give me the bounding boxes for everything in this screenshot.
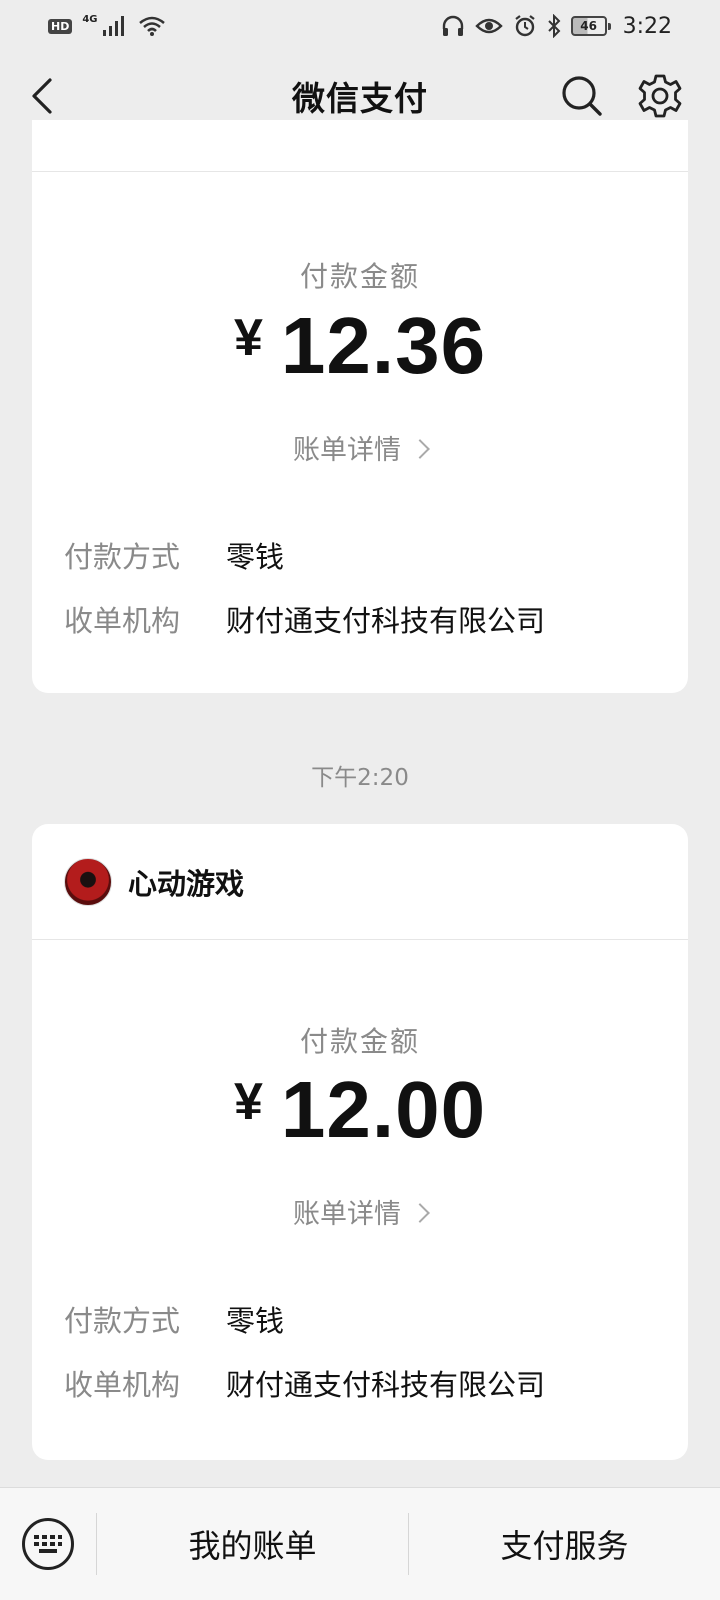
chevron-right-icon	[410, 1203, 430, 1223]
status-right: 46 3:22	[441, 14, 672, 39]
bill-detail-link[interactable]: 账单详情	[32, 428, 688, 467]
acquirer-row: 收单机构 财付通支付科技有限公司	[64, 598, 656, 640]
search-icon[interactable]	[558, 72, 606, 120]
payment-method-label: 付款方式	[64, 540, 181, 574]
keyboard-toggle-button[interactable]	[0, 1488, 96, 1600]
wifi-icon	[138, 16, 165, 36]
merchant-name: 心动游戏	[128, 867, 245, 901]
divider	[32, 171, 688, 172]
payment-amount: ¥12.36	[32, 300, 688, 392]
signal-icon	[102, 16, 124, 36]
status-left: HD 4G	[48, 13, 166, 37]
bill-detail-label: 账单详情	[293, 1199, 401, 1230]
acquirer-label: 收单机构	[64, 1368, 181, 1402]
clock: 3:22	[622, 13, 672, 39]
payment-method-row: 付款方式 零钱	[64, 534, 656, 576]
hd-icon: HD	[48, 18, 73, 34]
payment-method-row: 付款方式 零钱	[64, 1298, 656, 1340]
payment-card[interactable]: 付款金额 ¥12.36 账单详情 付款方式 零钱 收单机构 财付通支付科技有限公…	[32, 120, 688, 693]
page-title: 微信支付	[292, 79, 428, 118]
acquirer-value: 财付通支付科技有限公司	[226, 1368, 546, 1402]
alarm-icon	[514, 15, 535, 37]
battery-icon: 46	[570, 16, 611, 36]
acquirer-row: 收单机构 财付通支付科技有限公司	[64, 1362, 656, 1404]
bluetooth-icon	[547, 14, 561, 38]
merchant-avatar	[64, 858, 112, 906]
amount-label: 付款金额	[299, 1025, 420, 1058]
back-icon[interactable]	[24, 74, 68, 118]
acquirer-value: 财付通支付科技有限公司	[226, 604, 546, 638]
status-bar: HD 4G 46 3:22	[0, 0, 720, 52]
bottom-menu-bar: 我的账单 支付服务	[0, 1487, 720, 1600]
keyboard-icon	[22, 1518, 74, 1570]
payment-method-label: 付款方式	[64, 1304, 181, 1338]
chevron-right-icon	[410, 439, 430, 459]
headphones-icon	[442, 15, 463, 36]
merchant-header[interactable]: 心动游戏	[64, 858, 244, 906]
payment-method-value: 零钱	[226, 540, 285, 574]
divider	[32, 939, 688, 940]
acquirer-label: 收单机构	[64, 604, 181, 638]
bill-detail-label: 账单详情	[293, 435, 401, 466]
amount-label: 付款金额	[299, 260, 420, 293]
pay-services-button[interactable]: 支付服务	[409, 1488, 720, 1600]
currency-symbol: ¥	[233, 1073, 263, 1131]
currency-symbol: ¥	[233, 309, 263, 367]
amount-value: 12.00	[280, 1065, 487, 1154]
payment-card[interactable]: 心动游戏 付款金额 ¥12.00 账单详情 付款方式 零钱 收单机构 财付通支付…	[32, 824, 688, 1460]
network-type: 4G	[82, 13, 98, 25]
eye-icon	[474, 18, 503, 34]
message-timestamp: 下午2:20	[311, 765, 409, 791]
gear-icon[interactable]	[636, 72, 684, 120]
payment-amount: ¥12.00	[32, 1064, 688, 1156]
my-bills-button[interactable]: 我的账单	[97, 1488, 408, 1600]
amount-value: 12.36	[280, 301, 487, 390]
bill-detail-link[interactable]: 账单详情	[32, 1192, 688, 1231]
payment-method-value: 零钱	[226, 1304, 285, 1338]
